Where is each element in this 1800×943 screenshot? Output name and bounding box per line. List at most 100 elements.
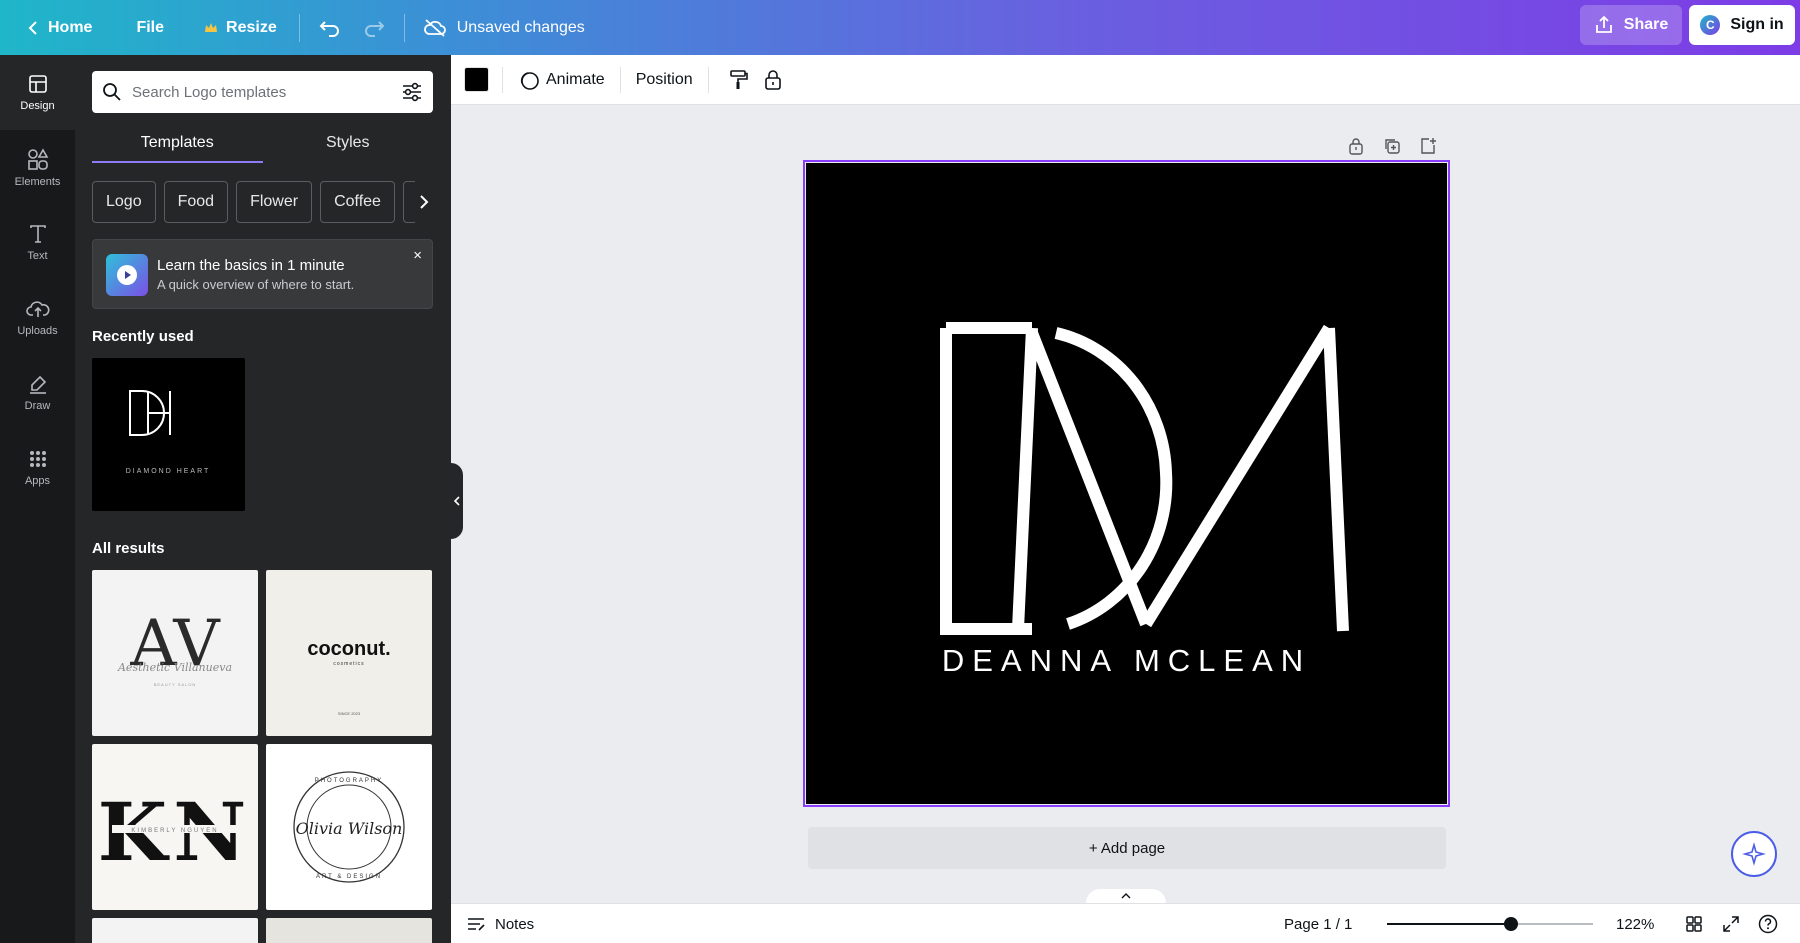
- learn-basics-card[interactable]: Learn the basics in 1 minute A quick ove…: [92, 239, 433, 309]
- kn-sub: KIMBERLY NGUYEN: [131, 828, 218, 834]
- design-page[interactable]: DEANNA MCLEAN: [806, 163, 1447, 804]
- filter-icon[interactable]: [401, 82, 423, 102]
- recent-template-thumbnail[interactable]: DIAMOND HEART: [92, 358, 245, 511]
- zoom-slider-handle[interactable]: [1504, 917, 1518, 931]
- sign-in-label: Sign in: [1730, 16, 1783, 34]
- chips-next-button[interactable]: [415, 181, 433, 223]
- zoom-level[interactable]: 122%: [1616, 904, 1654, 943]
- notes-icon: [466, 916, 486, 932]
- color-swatch[interactable]: [464, 67, 489, 92]
- play-icon: [116, 264, 138, 286]
- file-label: File: [136, 19, 164, 37]
- paint-roller-icon: [729, 69, 749, 91]
- coconut-logo-image: coconut. cosmetics SINCE 2023: [266, 570, 432, 736]
- template-result-av[interactable]: AV Aesthetic Villanueva BEAUTY SALON: [92, 570, 258, 736]
- magic-assistant-button[interactable]: [1731, 831, 1777, 877]
- help-icon: [1758, 914, 1778, 934]
- lock-icon: [764, 69, 782, 91]
- animate-label: Animate: [546, 71, 605, 89]
- zoom-slider[interactable]: [1387, 923, 1593, 925]
- play-thumbnail: [106, 254, 148, 296]
- file-menu[interactable]: File: [106, 0, 178, 55]
- share-label: Share: [1624, 16, 1668, 34]
- resize-button[interactable]: Resize: [178, 0, 291, 55]
- text-icon: [28, 224, 48, 244]
- template-result-partial[interactable]: [92, 918, 258, 943]
- uploads-icon: [26, 299, 50, 319]
- olivia-ring-bottom: ART & DESIGN: [316, 874, 382, 880]
- chevron-left-icon: [453, 496, 461, 506]
- unsaved-status[interactable]: Unsaved changes: [413, 19, 595, 37]
- position-button[interactable]: Position: [634, 55, 695, 105]
- undo-icon: [319, 19, 341, 37]
- undo-button[interactable]: [308, 0, 352, 55]
- rail-item-uploads[interactable]: Uploads: [0, 280, 75, 355]
- lock-page-button[interactable]: [1338, 134, 1374, 158]
- home-button[interactable]: Home: [0, 0, 106, 55]
- side-rail: Design Elements Text Uploads Draw Apps: [0, 55, 75, 943]
- sign-in-button[interactable]: C Sign in: [1689, 5, 1795, 45]
- lock-button[interactable]: [756, 55, 790, 105]
- chip-logo[interactable]: Logo: [92, 181, 156, 223]
- redo-icon: [363, 19, 385, 37]
- lock-icon: [1348, 137, 1364, 155]
- template-result-partial[interactable]: [266, 918, 432, 943]
- learn-subtitle: A quick overview of where to start.: [157, 277, 354, 292]
- search-icon: [102, 82, 122, 102]
- rail-item-apps[interactable]: Apps: [0, 430, 75, 505]
- share-button[interactable]: Share: [1580, 5, 1682, 45]
- search-box[interactable]: [92, 71, 433, 113]
- rail-item-text[interactable]: Text: [0, 205, 75, 280]
- olivia-ring-top: PHOTOGRAPHY: [315, 778, 384, 784]
- logo-name-text[interactable]: DEANNA MCLEAN: [806, 643, 1447, 679]
- av-script: Aesthetic Villanueva: [117, 661, 232, 674]
- redo-button[interactable]: [352, 0, 396, 55]
- fullscreen-icon: [1722, 915, 1740, 933]
- chevron-left-icon: [26, 20, 40, 36]
- paint-roller-button[interactable]: [722, 55, 756, 105]
- show-pages-tab[interactable]: [1086, 889, 1166, 903]
- chip-flower[interactable]: Flower: [236, 181, 312, 223]
- apps-icon: [28, 449, 48, 469]
- dm-monogram: [806, 163, 1447, 804]
- learn-title: Learn the basics in 1 minute: [157, 257, 345, 274]
- category-chips: Logo Food Flower Coffee Be: [92, 181, 433, 223]
- divider: [299, 14, 300, 42]
- collapse-panel-handle[interactable]: [451, 463, 463, 539]
- animate-icon: [518, 69, 540, 91]
- rail-label: Draw: [25, 400, 51, 412]
- top-bar: Home File Resize Unsaved changes Share C…: [0, 0, 1800, 55]
- help-button[interactable]: [1753, 904, 1783, 943]
- grid-view-button[interactable]: [1679, 904, 1709, 943]
- search-input[interactable]: [132, 84, 401, 101]
- coconut-sub: cosmetics: [333, 661, 364, 667]
- chip-food[interactable]: Food: [164, 181, 228, 223]
- rail-item-draw[interactable]: Draw: [0, 355, 75, 430]
- duplicate-page-button[interactable]: [1374, 134, 1410, 158]
- notes-button[interactable]: Notes: [466, 904, 534, 943]
- template-result-olivia[interactable]: PHOTOGRAPHY Olivia Wilson ART & DESIGN: [266, 744, 432, 910]
- cloud-off-icon: [423, 19, 447, 37]
- page-indicator[interactable]: Page 1 / 1: [1284, 904, 1352, 943]
- rail-item-elements[interactable]: Elements: [0, 130, 75, 205]
- fullscreen-button[interactable]: [1716, 904, 1746, 943]
- template-result-coconut[interactable]: coconut. cosmetics SINCE 2023: [266, 570, 432, 736]
- close-icon[interactable]: ×: [413, 247, 422, 264]
- rail-label: Design: [20, 100, 54, 112]
- template-result-kn[interactable]: KN KIMBERLY NGUYEN: [92, 744, 258, 910]
- olivia-logo-image: PHOTOGRAPHY Olivia Wilson ART & DESIGN: [266, 744, 432, 910]
- duplicate-icon: [1383, 137, 1401, 155]
- canva-logo-icon: C: [1700, 15, 1720, 35]
- elements-icon: [27, 148, 49, 170]
- add-page-button[interactable]: [1410, 134, 1446, 158]
- add-page-icon: [1419, 137, 1437, 155]
- tab-styles[interactable]: Styles: [263, 125, 434, 161]
- rail-item-design[interactable]: Design: [0, 55, 75, 130]
- zoom-slider-fill: [1387, 923, 1511, 925]
- design-icon: [28, 74, 48, 94]
- tab-templates[interactable]: Templates: [92, 125, 263, 161]
- add-page-bar[interactable]: + Add page: [808, 827, 1446, 869]
- chip-coffee[interactable]: Coffee: [320, 181, 395, 223]
- rail-label: Elements: [15, 176, 61, 188]
- animate-button[interactable]: Animate: [516, 55, 607, 105]
